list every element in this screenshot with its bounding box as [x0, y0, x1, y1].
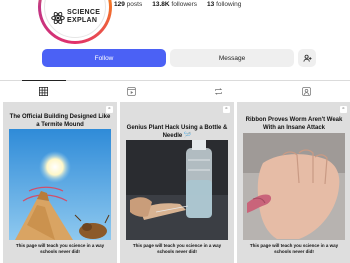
post-title: Genius Plant Hack Using a Bottle & Needl…: [126, 125, 228, 139]
stat-following[interactable]: 13 following: [207, 1, 241, 8]
profile-stats: 129 posts 13.8K followers 13 following: [114, 1, 241, 8]
brand-line-2: EXPLAN: [67, 17, 98, 24]
post-tile-1[interactable]: ▫ The Official Building Designed Like a …: [3, 102, 117, 263]
carousel-icon: ▫: [340, 106, 347, 113]
posts-grid: ▫ The Official Building Designed Like a …: [0, 102, 350, 263]
profile-avatar[interactable]: SCIENCE EXPLAN: [38, 0, 112, 44]
stat-followers-label: followers: [171, 1, 198, 8]
tagged-icon: [301, 87, 311, 96]
reels-icon: [126, 87, 136, 96]
brand-line-1: SCIENCE: [67, 9, 101, 16]
tab-posts[interactable]: [0, 80, 88, 102]
post-image-ribbon-worm: [243, 133, 345, 240]
post-title: Ribbon Proves Worm Aren't Weak With an I…: [245, 117, 343, 131]
stat-followers[interactable]: 13.8K followers: [152, 1, 197, 8]
add-person-icon: [302, 54, 312, 62]
tab-reposts[interactable]: [175, 81, 263, 102]
suggest-button[interactable]: [298, 49, 316, 67]
grid-icon: [39, 87, 49, 96]
post-tile-2[interactable]: ▫ Genius Plant Hack Using a Bottle & Nee…: [120, 102, 234, 263]
avatar-image: SCIENCE EXPLAN: [44, 0, 106, 38]
avatar-border: SCIENCE EXPLAN: [41, 0, 109, 41]
profile-tabs: [0, 80, 350, 102]
stat-posts-value: 129: [114, 1, 125, 8]
message-button[interactable]: Message: [170, 49, 294, 67]
stat-followers-value: 13.8K: [152, 1, 170, 8]
stat-following-label: following: [216, 1, 242, 8]
stat-posts-label: posts: [126, 1, 143, 8]
post-caption: This page will teach you science in a wa…: [15, 243, 105, 254]
post-caption: This page will teach you science in a wa…: [249, 243, 339, 254]
carousel-icon: ▫: [223, 106, 230, 113]
stat-following-value: 13: [207, 1, 215, 8]
stat-posts: 129 posts: [114, 1, 142, 8]
brand-name: SCIENCE EXPLAN: [67, 9, 100, 25]
carousel-icon: ▫: [106, 106, 113, 113]
follow-button[interactable]: Follow: [42, 49, 166, 67]
post-title: The Official Building Designed Like a Te…: [9, 114, 111, 128]
post-image-termite-mound: [9, 129, 111, 240]
post-tile-3[interactable]: ▫ Ribbon Proves Worm Aren't Weak With an…: [237, 102, 350, 263]
tab-tagged[interactable]: [263, 81, 350, 102]
post-image-bottle-needle: [126, 140, 228, 240]
tab-reels[interactable]: [88, 81, 176, 102]
post-caption: This page will teach you science in a wa…: [132, 243, 222, 254]
reposts-icon: [215, 88, 223, 95]
atom-icon: [51, 11, 65, 25]
